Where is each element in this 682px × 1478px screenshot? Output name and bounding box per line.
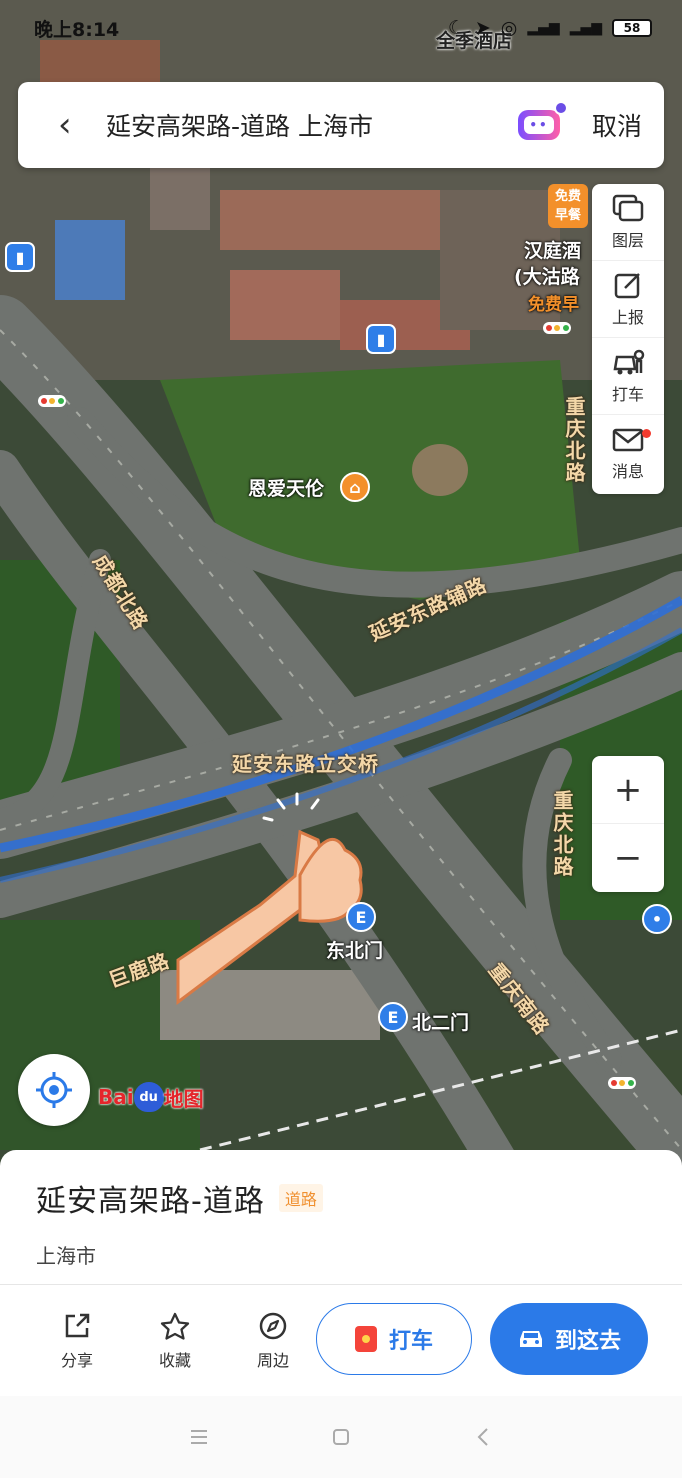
metro-exit-icon[interactable]: E bbox=[346, 902, 376, 932]
free-breakfast-badge: 免费 早餐 bbox=[548, 184, 588, 228]
compass-icon bbox=[259, 1312, 287, 1339]
hotel-right-label-1[interactable]: 汉庭酒 bbox=[524, 236, 581, 263]
zoom-control: + − bbox=[592, 756, 664, 892]
place-category-tag: 道路 bbox=[278, 1184, 323, 1212]
zoom-in-button[interactable]: + bbox=[592, 756, 664, 824]
search-query[interactable]: 延安高架路-道路 上海市 bbox=[106, 107, 518, 143]
favorite-button[interactable]: 收藏 bbox=[126, 1311, 224, 1371]
museum-icon[interactable]: ⌂ bbox=[340, 472, 370, 502]
signal-icon: ▂▄▆ bbox=[569, 20, 602, 36]
hotel-right-label-2[interactable]: (大沽路 bbox=[514, 262, 580, 289]
traffic-light-icon bbox=[608, 1077, 636, 1089]
report-edit-icon bbox=[614, 273, 640, 299]
place-title: 延安高架路-道路 bbox=[36, 1184, 265, 1219]
go-here-button[interactable]: 到这去 bbox=[490, 1303, 648, 1375]
status-time: 晚上8:14 bbox=[34, 18, 120, 41]
place-pin-icon[interactable]: • bbox=[642, 904, 672, 934]
mail-icon bbox=[612, 428, 644, 451]
gate-north2-label[interactable]: 北二门 bbox=[412, 1008, 469, 1035]
road-label-chongqing-north-mid: 重庆北路 bbox=[550, 790, 574, 878]
unread-dot bbox=[642, 429, 651, 438]
car-icon bbox=[519, 1331, 542, 1347]
map-imagery bbox=[0, 0, 682, 1200]
red-envelope-icon bbox=[354, 1326, 377, 1352]
hotel-right-free-label: 免费早 bbox=[528, 295, 579, 315]
museum-label[interactable]: 恩爱天伦 bbox=[248, 474, 324, 501]
notification-dot bbox=[553, 101, 568, 115]
bus-stop-icon[interactable]: ▮ bbox=[366, 324, 396, 354]
zoom-out-button[interactable]: − bbox=[592, 824, 664, 892]
location-arrow-icon: ➤ bbox=[474, 17, 491, 39]
star-icon bbox=[160, 1312, 190, 1340]
menu-icon[interactable] bbox=[184, 1422, 214, 1452]
action-bar: 分享 收藏 周边 打车 到这去 bbox=[0, 1284, 682, 1396]
nearby-button[interactable]: 周边 bbox=[224, 1311, 322, 1371]
system-nav-bar bbox=[0, 1396, 682, 1478]
cancel-button[interactable]: 取消 bbox=[592, 107, 642, 143]
place-title-row: 延安高架路-道路 道路 bbox=[36, 1176, 646, 1220]
metro-exit-icon[interactable]: E bbox=[378, 1002, 408, 1032]
place-detail-sheet[interactable]: 延安高架路-道路 道路 上海市 bbox=[0, 1150, 682, 1284]
locate-me-button[interactable] bbox=[18, 1054, 90, 1126]
status-bar: 晚上8:14 ☾ ➤ ◎ ▂▄▆ ▂▄▆ 58 bbox=[0, 0, 682, 56]
back-nav-icon[interactable] bbox=[468, 1422, 498, 1452]
baidu-map-logo: Bai du 地图 bbox=[98, 1080, 204, 1114]
share-icon bbox=[65, 1313, 90, 1337]
report-button[interactable]: 上报 bbox=[592, 261, 664, 338]
bus-stop-icon[interactable]: ▮ bbox=[5, 242, 35, 272]
taxi-icon bbox=[613, 349, 645, 375]
map-toolbar: 图层 上报 打车 消息 bbox=[592, 184, 664, 494]
battery-icon: 58 bbox=[612, 19, 652, 37]
satellite-map[interactable]: ▮ ▮ E E ⌂ • 全季酒店 恩爱天伦 东北门 北二门 汉庭酒 (大沽路 免… bbox=[0, 0, 682, 1200]
messages-button[interactable]: 消息 bbox=[592, 415, 664, 492]
traffic-light-icon bbox=[543, 322, 571, 334]
locate-icon bbox=[36, 1072, 72, 1108]
search-bar[interactable]: ‹ 延安高架路-道路 上海市 •• 取消 bbox=[18, 82, 664, 168]
road-label-chongqing-north-top: 重庆北路 bbox=[562, 396, 586, 484]
signal-icon: ▂▄▆ bbox=[527, 20, 560, 36]
share-button[interactable]: 分享 bbox=[28, 1311, 126, 1371]
home-icon[interactable] bbox=[326, 1422, 356, 1452]
moon-icon: ☾ bbox=[447, 17, 465, 39]
place-city: 上海市 bbox=[36, 1244, 96, 1268]
back-icon[interactable]: ‹ bbox=[58, 108, 98, 142]
layers-icon bbox=[612, 194, 644, 222]
taxi-button[interactable]: 打车 bbox=[316, 1303, 472, 1375]
gate-northeast-label[interactable]: 东北门 bbox=[326, 936, 383, 963]
alarm-icon: ◎ bbox=[500, 17, 518, 39]
taxi-tool-button[interactable]: 打车 bbox=[592, 338, 664, 415]
road-label-interchange: 延安东路立交桥 bbox=[232, 752, 379, 776]
traffic-light-icon bbox=[38, 395, 66, 407]
layers-button[interactable]: 图层 bbox=[592, 184, 664, 261]
status-icons: ☾ ➤ ◎ ▂▄▆ ▂▄▆ 58 bbox=[448, 17, 652, 39]
assistant-icon[interactable]: •• bbox=[517, 101, 568, 140]
